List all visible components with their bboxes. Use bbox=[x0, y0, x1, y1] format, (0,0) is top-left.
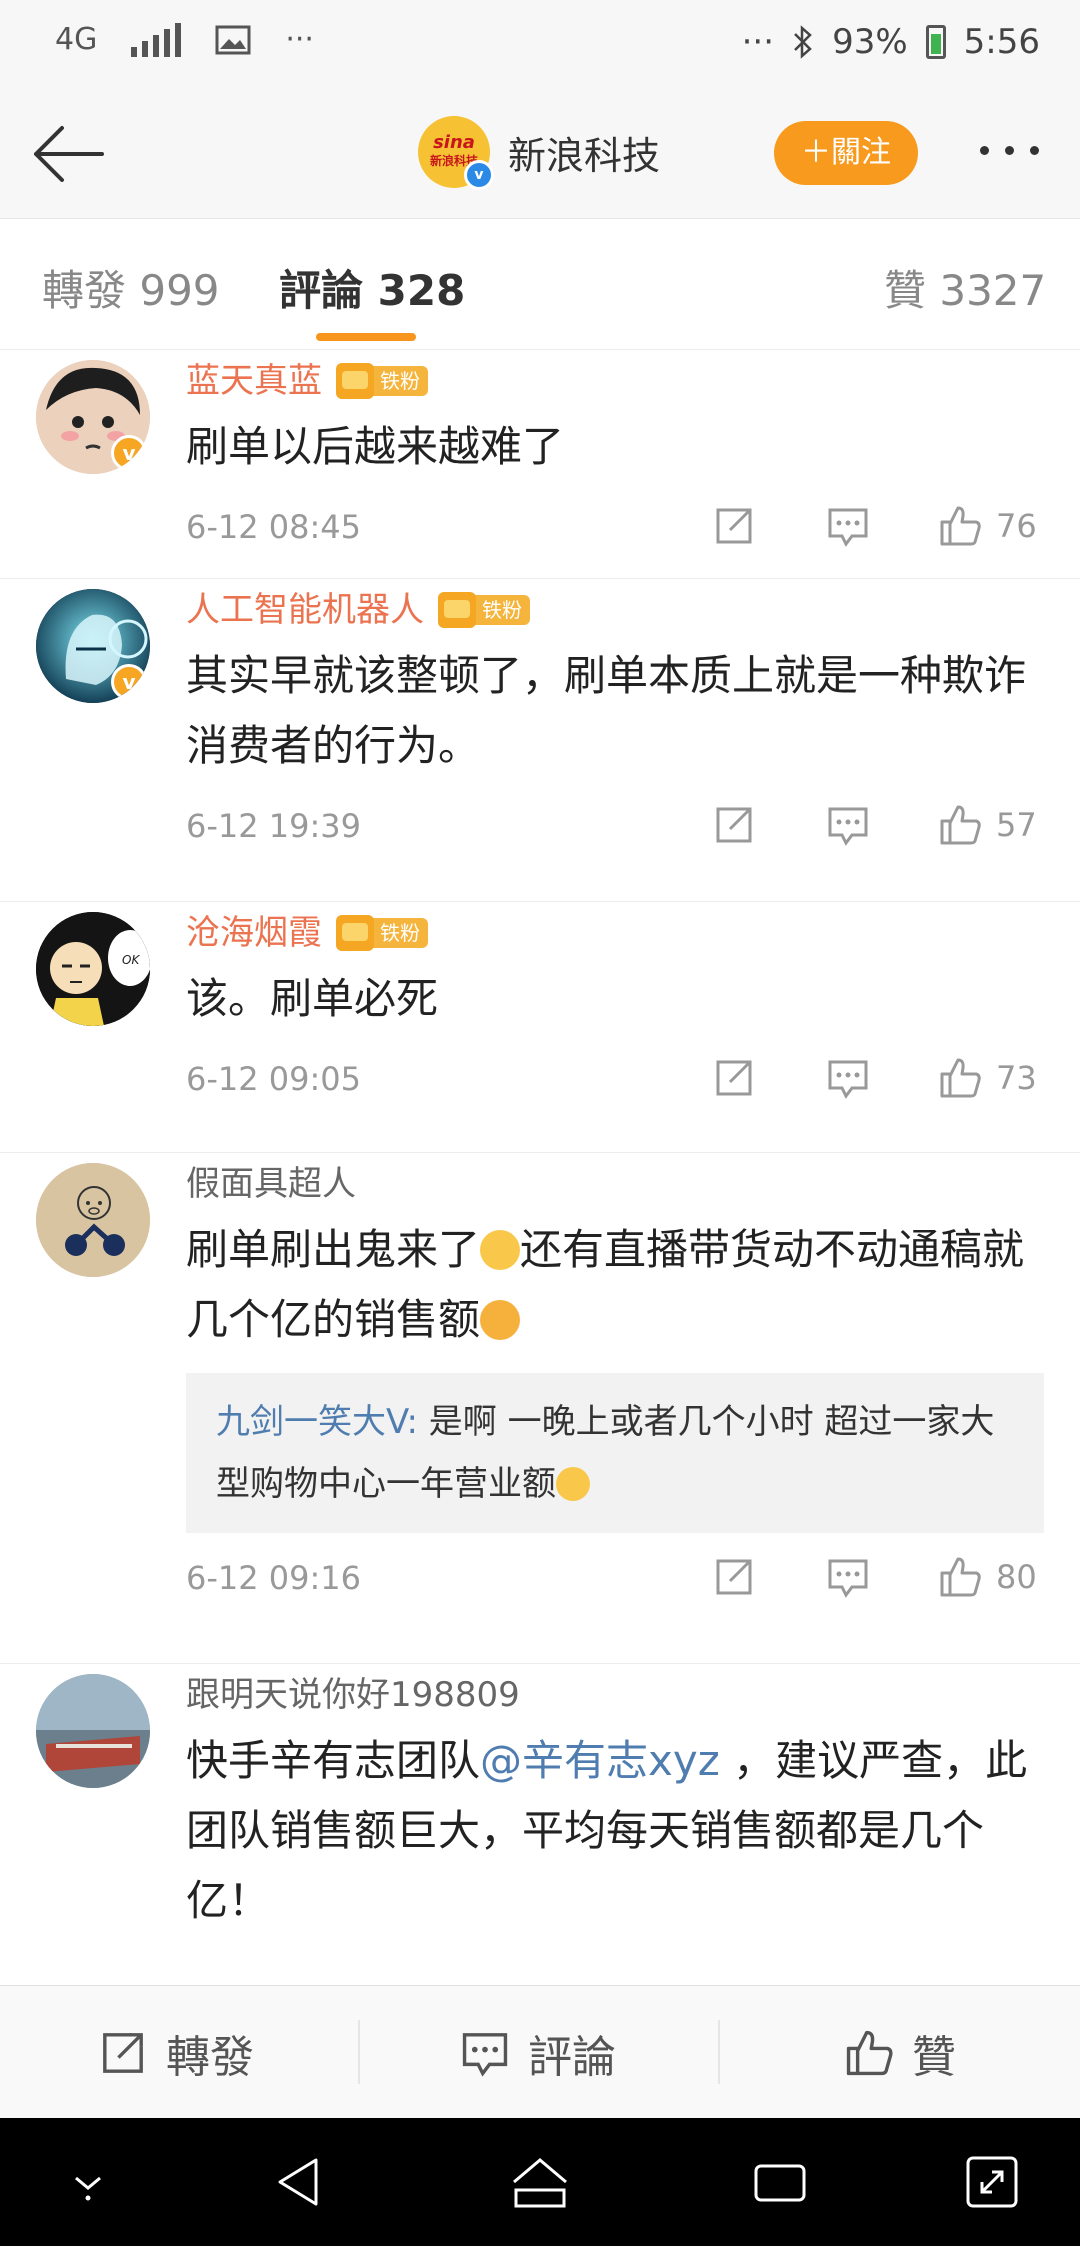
avatar[interactable]: v bbox=[36, 589, 150, 703]
battery-icon bbox=[925, 25, 946, 59]
comment-item: v 蓝天真蓝 铁粉 刷单以后越来越难了 6-12 08:45 76 bbox=[0, 350, 1080, 579]
like-button[interactable]: 73 bbox=[938, 1056, 1037, 1100]
mention-link[interactable]: @辛有志xyz bbox=[480, 1736, 720, 1785]
more-options-icon[interactable] bbox=[980, 146, 1039, 155]
comment-time: 6-12 19:39 bbox=[186, 807, 362, 845]
reply-icon[interactable] bbox=[826, 1555, 870, 1599]
comment-username[interactable]: 人工智能机器人 bbox=[186, 585, 424, 635]
repost-button[interactable]: 轉發 bbox=[98, 1986, 254, 2119]
tab-likes[interactable]: 贊 3327 bbox=[884, 257, 1046, 318]
hide-keyboard-icon[interactable] bbox=[58, 2152, 118, 2212]
recent-apps-icon[interactable] bbox=[750, 2152, 810, 2212]
top-header: sina 新浪科技 v 新浪科技 ＋關注 bbox=[0, 90, 1080, 219]
like-count: 73 bbox=[996, 1059, 1037, 1097]
signal-icon bbox=[131, 22, 182, 57]
back-nav-icon[interactable] bbox=[270, 2152, 330, 2212]
divider bbox=[358, 2020, 360, 2084]
battery-percent: 93% bbox=[832, 22, 908, 62]
comment-button[interactable]: 評論 bbox=[460, 1986, 616, 2119]
comment-list: v 蓝天真蓝 铁粉 刷单以后越来越难了 6-12 08:45 76 v 人工智能机… bbox=[0, 350, 1080, 1925]
thumbs-up-icon bbox=[940, 1058, 981, 1098]
thumbs-up-icon bbox=[940, 506, 981, 546]
tab-comments[interactable]: 評論 328 bbox=[279, 257, 465, 318]
share-icon bbox=[103, 2032, 143, 2073]
bottom-action-bar: 轉發 評論 贊 bbox=[0, 1985, 1080, 2119]
account-profile[interactable]: sina 新浪科技 v 新浪科技 bbox=[418, 116, 660, 190]
comment-item: OK 沧海烟霞 铁粉 该。刷单必死 6-12 09:05 73 bbox=[0, 902, 1080, 1153]
follow-button[interactable]: ＋關注 bbox=[774, 121, 918, 185]
comment-text: 刷单刷出鬼来了 还有直播带货动不动通稿就几个亿的销售额 bbox=[186, 1225, 1025, 1344]
comment-username[interactable]: 沧海烟霞 bbox=[186, 908, 322, 958]
thumbs-up-icon bbox=[940, 805, 981, 845]
comment-item: v 人工智能机器人 铁粉 其实早就该整顿了，刷单本质上就是一种欺诈消费者的行为。 … bbox=[0, 579, 1080, 902]
nested-reply[interactable]: 九剑一笑大V: 是啊 一晚上或者几个小时 超过一家大型购物中心一年营业额 bbox=[186, 1373, 1044, 1533]
like-post-button[interactable]: 贊 bbox=[844, 1986, 956, 2119]
account-avatar[interactable]: sina 新浪科技 v bbox=[418, 116, 494, 190]
reply-icon[interactable] bbox=[826, 1056, 870, 1100]
avatar[interactable] bbox=[36, 1163, 150, 1277]
verified-badge-icon: v bbox=[111, 435, 147, 471]
comment-username[interactable]: 跟明天说你好198809 bbox=[186, 1670, 520, 1720]
expand-icon[interactable] bbox=[962, 2152, 1022, 2212]
yummy-emoji-icon bbox=[480, 1300, 521, 1340]
comment-icon bbox=[462, 2032, 508, 2077]
reply-icon[interactable] bbox=[826, 504, 870, 548]
verified-badge-icon: v bbox=[111, 664, 147, 700]
image-icon bbox=[215, 25, 251, 54]
like-count: 80 bbox=[996, 1558, 1037, 1596]
laughing-emoji-icon bbox=[556, 1467, 590, 1501]
comment-item: 跟明天说你好198809 快手辛有志团队@辛有志xyz ，建议严查，此团队销售额… bbox=[0, 1664, 1080, 1925]
more-status-icon: ··· bbox=[741, 22, 775, 62]
active-tab-indicator bbox=[316, 333, 416, 341]
fan-badge-icon: 铁粉 bbox=[336, 915, 428, 951]
avatar[interactable] bbox=[36, 1674, 150, 1788]
like-button[interactable]: 76 bbox=[938, 504, 1037, 548]
share-icon[interactable] bbox=[712, 1555, 756, 1599]
share-icon[interactable] bbox=[712, 504, 756, 548]
svg-text:OK: OK bbox=[122, 953, 140, 967]
comment-username[interactable]: 假面具超人 bbox=[186, 1159, 356, 1209]
thumbs-up-icon bbox=[940, 1557, 981, 1597]
clock: 5:56 bbox=[963, 22, 1040, 62]
reply-username[interactable]: 九剑一笑大V: bbox=[216, 1402, 418, 1442]
comment-text: 快手辛有志团队@辛有志xyz ，建议严查，此团队销售额巨大，平均每天销售额都是几… bbox=[186, 1736, 1028, 1925]
avatar[interactable]: v bbox=[36, 360, 150, 474]
network-indicator: 4G bbox=[55, 22, 98, 57]
comment-username[interactable]: 蓝天真蓝 bbox=[186, 356, 322, 406]
status-bar: 4G ··· ··· 93% 5:56 bbox=[0, 0, 1080, 90]
account-name[interactable]: 新浪科技 bbox=[508, 125, 660, 180]
more-notifications-icon: ··· bbox=[285, 22, 314, 57]
like-button[interactable]: 57 bbox=[938, 803, 1037, 847]
comment-time: 6-12 09:05 bbox=[186, 1060, 362, 1098]
share-icon[interactable] bbox=[712, 803, 756, 847]
share-icon[interactable] bbox=[712, 1056, 756, 1100]
fan-badge-icon: 铁粉 bbox=[438, 592, 530, 628]
divider bbox=[718, 2020, 720, 2084]
comment-item: 假面具超人 刷单刷出鬼来了 还有直播带货动不动通稿就几个亿的销售额 九剑一笑大V:… bbox=[0, 1153, 1080, 1664]
tab-bar: 轉發 999 評論 328 贊 3327 bbox=[0, 219, 1080, 350]
comment-time: 6-12 09:16 bbox=[186, 1559, 362, 1597]
comment-text: 该。刷单必死 bbox=[186, 974, 439, 1023]
thumbs-up-icon bbox=[846, 2030, 893, 2075]
tab-repost[interactable]: 轉發 999 bbox=[42, 257, 220, 318]
comment-time: 6-12 08:45 bbox=[186, 508, 362, 546]
system-nav-bar bbox=[0, 2118, 1080, 2246]
like-count: 57 bbox=[996, 806, 1037, 844]
reply-icon[interactable] bbox=[826, 803, 870, 847]
home-nav-icon[interactable] bbox=[510, 2152, 570, 2212]
comment-text: 刷单以后越来越难了 bbox=[186, 422, 565, 471]
doge-emoji-icon bbox=[480, 1230, 521, 1270]
back-arrow-icon[interactable] bbox=[30, 122, 106, 186]
verified-badge-icon: v bbox=[464, 160, 494, 190]
like-count: 76 bbox=[996, 507, 1037, 545]
comment-text: 其实早就该整顿了，刷单本质上就是一种欺诈消费者的行为。 bbox=[186, 651, 1027, 770]
bluetooth-icon bbox=[794, 25, 812, 59]
avatar[interactable]: OK bbox=[36, 912, 150, 1026]
like-button[interactable]: 80 bbox=[938, 1555, 1037, 1599]
fan-badge-icon: 铁粉 bbox=[336, 363, 428, 399]
